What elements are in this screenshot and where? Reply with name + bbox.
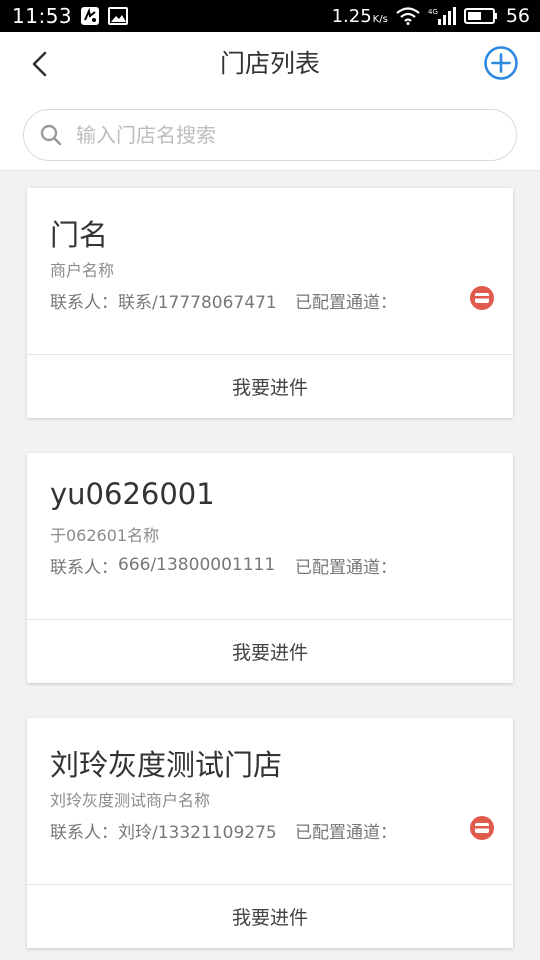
header: 门店列表 <box>0 32 540 171</box>
wifi-icon <box>396 7 420 25</box>
back-button[interactable] <box>20 44 60 84</box>
store-name: 门名 <box>50 218 109 252</box>
merchant-name: 刘玲灰度测试商户名称 <box>50 791 211 810</box>
battery-level: 56 <box>505 5 530 27</box>
store-name: 刘玲灰度测试门店 <box>50 748 283 782</box>
submit-application-button[interactable]: 我要进件 <box>27 620 513 683</box>
network-speed-value: 1.25 <box>331 5 372 27</box>
network-speed-unit: K/s <box>372 13 388 25</box>
contact-row: 联系人： 联系/17778067471 已配置通道： <box>50 288 490 313</box>
channel-label: 已配置通道： <box>295 557 397 578</box>
card-icon <box>469 815 495 841</box>
status-time: 11:53 <box>12 4 73 28</box>
store-card[interactable]: 门名 商户名称 联系人： 联系/17778067471 已配置通道： 我要进件 <box>27 188 513 418</box>
search-input[interactable] <box>76 123 496 147</box>
contact-label: 联系人： <box>50 292 118 313</box>
merchant-name: 商户名称 <box>50 261 115 280</box>
contact-value: 666/13800001111 <box>118 555 276 575</box>
search-icon <box>40 124 62 146</box>
store-card-body[interactable]: 门名 商户名称 联系人： 联系/17778067471 已配置通道： <box>27 188 513 354</box>
store-card-body[interactable]: 刘玲灰度测试门店 刘玲灰度测试商户名称 联系人： 刘玲/13321109275 … <box>27 718 513 884</box>
plus-circle-icon <box>484 46 518 80</box>
contact-value: 刘玲/13321109275 <box>118 822 277 843</box>
contact-label: 联系人： <box>50 822 118 843</box>
network-type-label: 4G <box>428 8 438 16</box>
contact-label: 联系人： <box>50 557 118 578</box>
submit-application-button[interactable]: 我要进件 <box>27 885 513 948</box>
merchant-name: 于062601名称 <box>50 526 160 545</box>
store-name: yu0626001 <box>50 477 215 511</box>
status-bar-left: 11:53 <box>12 4 129 28</box>
search-bar[interactable] <box>23 109 517 161</box>
status-bar: 11:53 1.25K/s 4G 56 <box>0 0 540 32</box>
add-store-button[interactable] <box>482 44 520 82</box>
contact-value: 联系/17778067471 <box>118 292 277 313</box>
store-card-body[interactable]: yu0626001 于062601名称 联系人： 666/13800001111… <box>27 453 513 619</box>
network-speed: 1.25K/s <box>332 6 388 27</box>
notification-app-icon <box>80 6 100 26</box>
status-bar-right: 1.25K/s 4G 56 <box>332 5 530 27</box>
card-icon <box>469 285 495 311</box>
contact-row: 联系人： 666/13800001111 已配置通道： <box>50 553 490 578</box>
battery-icon <box>463 7 498 25</box>
page-title: 门店列表 <box>219 49 320 78</box>
signal-icon: 4G <box>428 6 456 26</box>
store-card[interactable]: yu0626001 于062601名称 联系人： 666/13800001111… <box>27 453 513 683</box>
channel-label: 已配置通道： <box>295 822 397 843</box>
submit-application-button[interactable]: 我要进件 <box>27 355 513 418</box>
contact-row: 联系人： 刘玲/13321109275 已配置通道： <box>50 818 490 843</box>
store-card[interactable]: 刘玲灰度测试门店 刘玲灰度测试商户名称 联系人： 刘玲/13321109275 … <box>27 718 513 948</box>
image-icon <box>108 7 129 25</box>
chevron-left-icon <box>32 51 47 77</box>
channel-label: 已配置通道： <box>295 292 397 313</box>
